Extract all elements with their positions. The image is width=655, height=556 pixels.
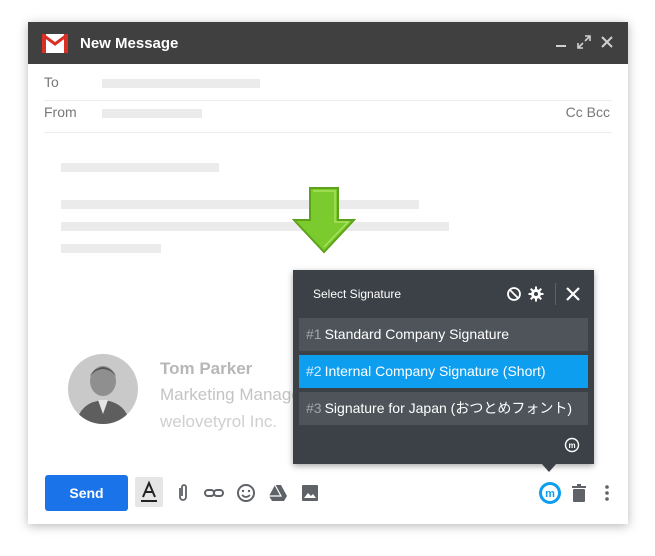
to-label: To: [44, 74, 59, 90]
signature-option-number: #1: [306, 326, 322, 342]
formatting-icon: [141, 480, 157, 502]
signature-option[interactable]: #1 Standard Company Signature: [299, 318, 588, 351]
compose-toolbar: Send m: [28, 470, 628, 518]
signature-option-selected[interactable]: #2 Internal Company Signature (Short): [299, 355, 588, 388]
cc-bcc-link[interactable]: Cc Bcc: [566, 104, 610, 120]
svg-text:m: m: [568, 441, 575, 450]
divider: [44, 132, 612, 133]
popup-close-icon[interactable]: [563, 284, 583, 304]
signature-option-label: Internal Company Signature (Short): [324, 363, 546, 379]
body-placeholder-line: [61, 163, 219, 172]
select-signature-popup: Select Signature #1 Standard Company Sign…: [293, 270, 594, 464]
gmail-logo-icon: [42, 34, 68, 53]
no-signature-icon[interactable]: [506, 286, 522, 302]
emoji-icon[interactable]: [235, 482, 257, 504]
from-label: From: [44, 104, 77, 120]
body-placeholder-line: [61, 222, 449, 231]
signature-title: Marketing Manager: [160, 385, 296, 404]
more-options-icon[interactable]: [596, 482, 618, 504]
popup-pointer: [541, 463, 557, 472]
signature-name: Tom Parker: [160, 359, 253, 378]
signature-option-number: #2: [306, 363, 322, 379]
divider: [555, 283, 556, 305]
signature-option-number: #3: [306, 400, 322, 416]
signature-option[interactable]: #3 Signature for Japan (おつとめフォント): [299, 392, 588, 425]
expand-icon[interactable]: [575, 33, 593, 51]
trash-icon[interactable]: [568, 482, 590, 504]
signature-option-label: Standard Company Signature: [324, 326, 510, 342]
photo-icon[interactable]: [299, 482, 321, 504]
send-button[interactable]: Send: [45, 475, 128, 511]
mailtastic-logo-icon: m: [564, 437, 580, 453]
formatting-button[interactable]: [135, 477, 163, 507]
mailtastic-icon[interactable]: m: [538, 481, 562, 505]
drive-icon[interactable]: [267, 482, 289, 504]
close-icon[interactable]: [598, 33, 616, 51]
link-icon[interactable]: [203, 482, 225, 504]
signature-avatar: [68, 354, 138, 424]
to-input[interactable]: [102, 79, 260, 88]
gear-icon[interactable]: [528, 286, 544, 302]
pointer-arrow-icon: [291, 187, 357, 254]
window-title: New Message: [80, 35, 179, 52]
svg-text:m: m: [545, 488, 555, 500]
from-input[interactable]: [102, 109, 202, 118]
signature-company: welovetyrol Inc.: [160, 412, 278, 431]
attach-icon[interactable]: [172, 482, 194, 504]
divider: [44, 100, 612, 101]
body-placeholder-line: [61, 200, 419, 209]
popup-title: Select Signature: [313, 287, 402, 301]
minimize-icon[interactable]: [552, 33, 570, 51]
signature-option-label: Signature for Japan (おつとめフォント): [324, 400, 572, 416]
body-placeholder-line: [61, 244, 161, 253]
title-bar: New Message: [28, 22, 628, 64]
